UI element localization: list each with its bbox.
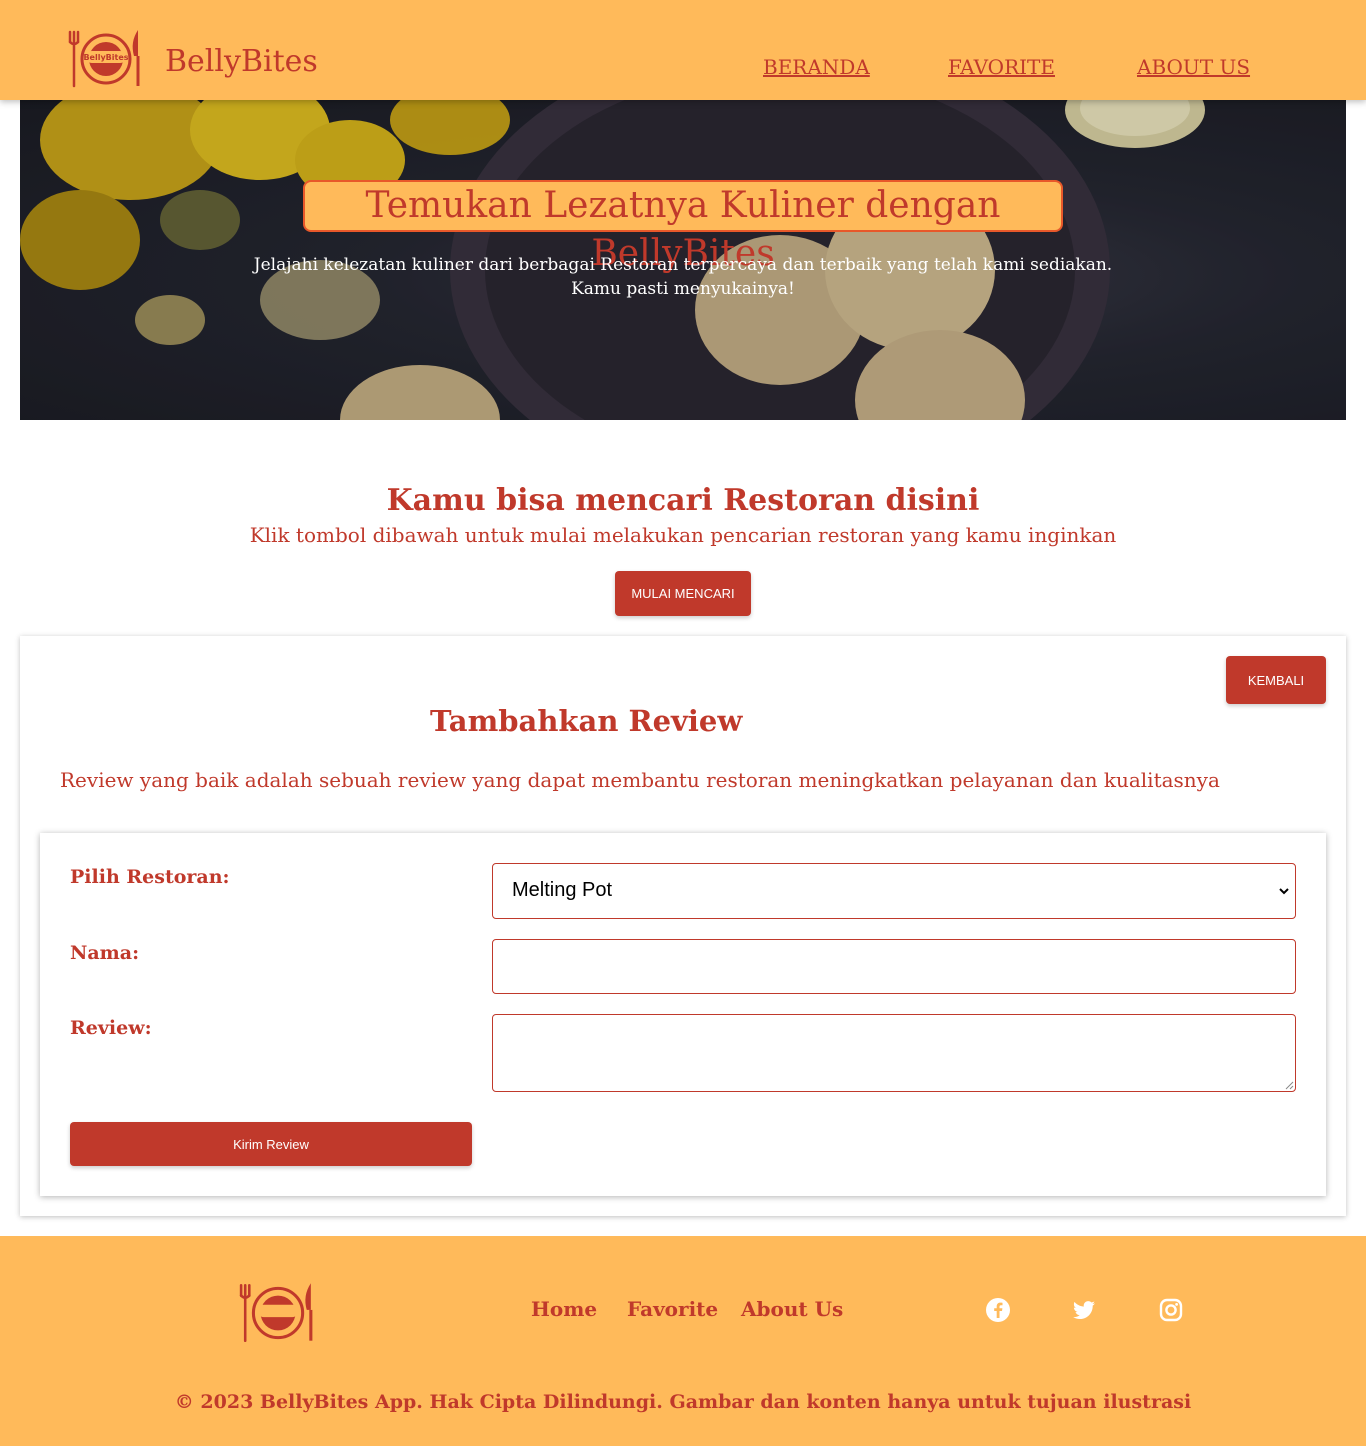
search-subtitle: Klik tombol dibawah untuk mulai melakuka… bbox=[249, 523, 1117, 547]
name-input[interactable] bbox=[492, 939, 1296, 994]
twitter-icon[interactable] bbox=[1071, 1297, 1097, 1323]
submit-review-button[interactable]: Kirim Review bbox=[70, 1122, 472, 1166]
restaurant-select-value: Melting Pot bbox=[512, 879, 613, 901]
hero-banner: Temukan Lezatnya Kuliner dengan BellyBit… bbox=[20, 100, 1346, 420]
restaurant-select[interactable]: Melting Pot bbox=[492, 863, 1296, 919]
footer-link-about-us[interactable]: About Us bbox=[741, 1297, 843, 1321]
footer-logo[interactable] bbox=[237, 1281, 317, 1345]
hero-title: Temukan Lezatnya Kuliner dengan BellyBit… bbox=[303, 180, 1063, 274]
instagram-icon[interactable] bbox=[1158, 1297, 1184, 1323]
site-footer bbox=[0, 1236, 1366, 1446]
nav-favorite[interactable]: FAVORITE bbox=[948, 55, 1055, 79]
review-description: Review yang baik adalah sebuah review ya… bbox=[60, 768, 1220, 792]
review-title: Tambahkan Review bbox=[430, 704, 743, 738]
search-title: Kamu bisa mencari Restoran disini bbox=[386, 483, 980, 518]
svg-text:BellyBites: BellyBites bbox=[83, 53, 128, 62]
site-header: BellyBites BellyBites BERANDA FAVORITE A… bbox=[0, 0, 1366, 100]
review-label: Review: bbox=[70, 1017, 152, 1039]
name-label: Nama: bbox=[70, 942, 140, 964]
hero-subtitle: Jelajahi kelezatan kuliner dari berbagai… bbox=[250, 253, 1116, 301]
restaurant-label: Pilih Restoran: bbox=[70, 866, 230, 888]
hero-subtitle-line2: Kamu pasti menyukainya! bbox=[571, 279, 795, 299]
nav-beranda[interactable]: BERANDA bbox=[763, 55, 870, 79]
resize-handle-icon[interactable] bbox=[1285, 1081, 1294, 1090]
footer-link-home[interactable]: Home bbox=[531, 1297, 597, 1321]
brand-name[interactable]: BellyBites bbox=[165, 44, 318, 79]
hero-subtitle-line1: Jelajahi kelezatan kuliner dari berbagai… bbox=[253, 255, 1113, 275]
footer-link-favorite[interactable]: Favorite bbox=[627, 1297, 718, 1321]
bellybites-logo[interactable]: BellyBites bbox=[66, 28, 144, 90]
back-button[interactable]: KEMBALI bbox=[1226, 656, 1326, 704]
nav-about-us[interactable]: ABOUT US bbox=[1137, 55, 1250, 79]
start-search-button[interactable]: MULAI MENCARI bbox=[615, 571, 751, 616]
chevron-down-icon bbox=[1279, 888, 1289, 895]
facebook-icon[interactable] bbox=[985, 1297, 1011, 1323]
review-textarea[interactable] bbox=[492, 1014, 1296, 1092]
footer-copyright: © 2023 BellyBites App. Hak Cipta Dilindu… bbox=[174, 1391, 1192, 1413]
